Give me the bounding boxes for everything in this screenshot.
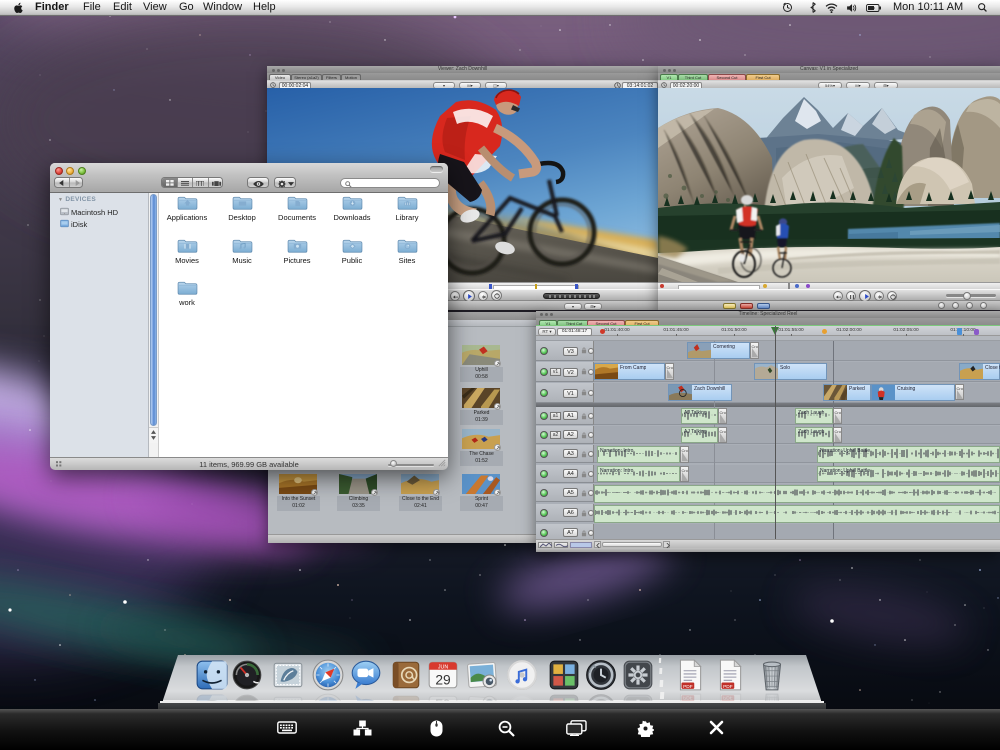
svg-text:JUN: JUN [438, 665, 448, 671]
svg-text:PDF: PDF [723, 684, 733, 690]
svg-text:PDF: PDF [683, 684, 693, 690]
svg-text:29: 29 [435, 672, 451, 688]
